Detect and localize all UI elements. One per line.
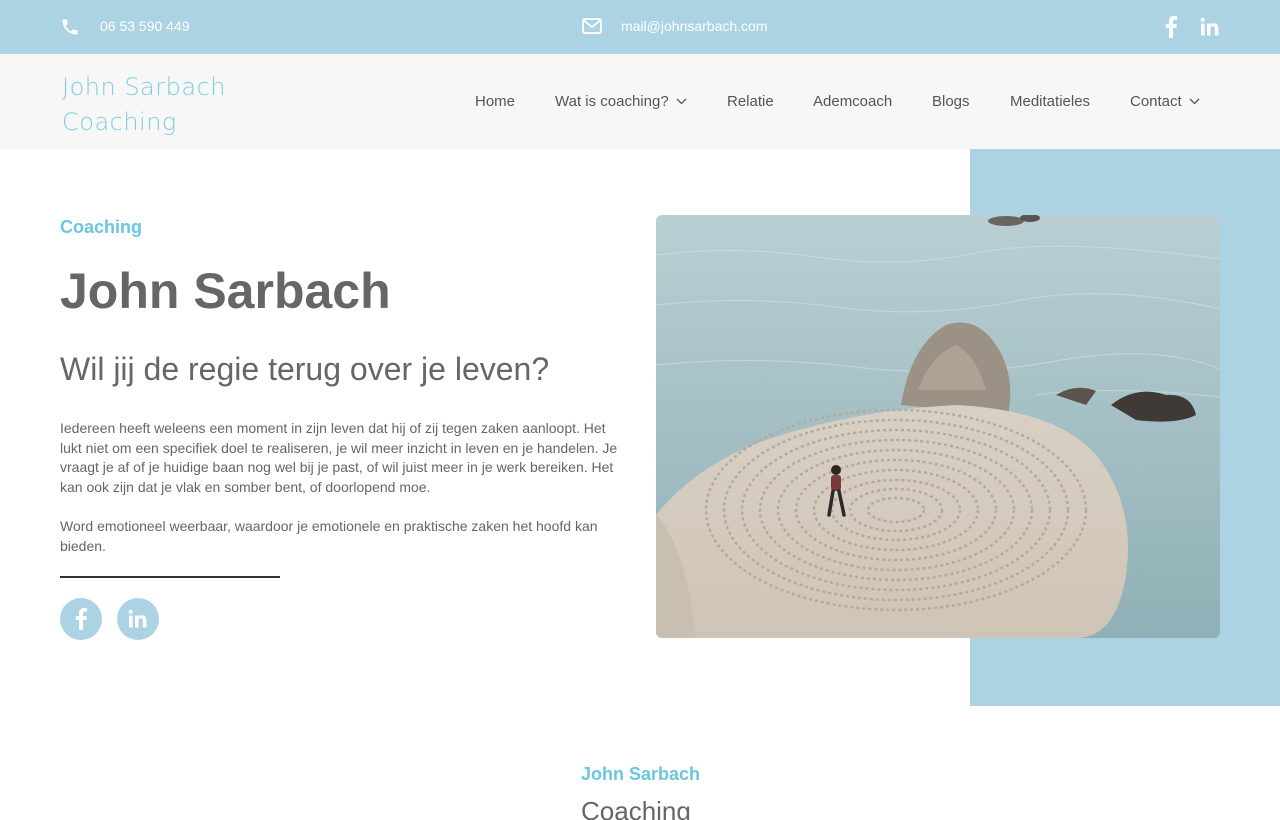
- nav-label: Ademcoach: [813, 93, 893, 110]
- site-logo[interactable]: John Sarbach Coaching: [62, 70, 302, 140]
- nav-label: Blogs: [932, 93, 970, 110]
- facebook-icon[interactable]: [60, 598, 102, 640]
- nav-label: Meditatieles: [1010, 93, 1091, 110]
- phone-contact[interactable]: 06 53 590 449: [60, 17, 190, 42]
- hero-subtitle: Wil jij de regie terug over je leven?: [60, 351, 550, 387]
- hero-paragraph-2: Word emotioneel weerbaar, waardoor je em…: [60, 518, 598, 554]
- chevron-down-icon: [1189, 98, 1200, 105]
- section2-eyebrow: John Sarbach: [581, 764, 701, 784]
- nav-item-meditatieles[interactable]: Meditatieles: [1010, 93, 1090, 110]
- nav-item-ademcoach[interactable]: Ademcoach: [813, 93, 892, 110]
- facebook-icon[interactable]: [1160, 16, 1182, 38]
- logo-line-2: Coaching: [62, 108, 177, 136]
- section2-title: Coaching: [581, 796, 691, 820]
- nav-label: Home: [475, 93, 516, 110]
- nav-label: Contact: [1130, 93, 1182, 110]
- email-address[interactable]: mail@johnsarbach.com: [621, 18, 768, 34]
- nav-item-contact[interactable]: Contact: [1130, 93, 1200, 110]
- nav-item-relatie[interactable]: Relatie: [727, 93, 774, 110]
- phone-number[interactable]: 06 53 590 449: [100, 18, 190, 34]
- nav-item-home[interactable]: Home: [475, 93, 515, 110]
- hero-title: John Sarbach: [60, 263, 391, 319]
- divider-line: [60, 576, 280, 578]
- chevron-down-icon: [676, 98, 687, 105]
- linkedin-icon[interactable]: [1199, 16, 1221, 38]
- nav-item-wat-is-coaching[interactable]: Wat is coaching?: [555, 93, 687, 110]
- top-bar: 06 53 590 449 mail@johnsarbach.com: [0, 0, 1280, 54]
- email-contact[interactable]: mail@johnsarbach.com: [582, 17, 768, 35]
- nav-item-blogs[interactable]: Blogs: [932, 93, 970, 110]
- nav-label: Relatie: [727, 93, 774, 110]
- site-header: John Sarbach Coaching Home Wat is coachi…: [0, 54, 1280, 149]
- linkedin-icon[interactable]: [117, 598, 159, 640]
- envelope-icon: [582, 17, 602, 35]
- hero-eyebrow: Coaching: [60, 217, 143, 237]
- hero-paragraph-1: Iedereen heeft weleens een moment in zij…: [60, 420, 618, 495]
- hero-image-labyrinth: [656, 215, 1220, 638]
- nav-label: Wat is coaching?: [555, 93, 669, 110]
- logo-line-1: John Sarbach: [62, 73, 226, 101]
- phone-icon: [60, 17, 80, 42]
